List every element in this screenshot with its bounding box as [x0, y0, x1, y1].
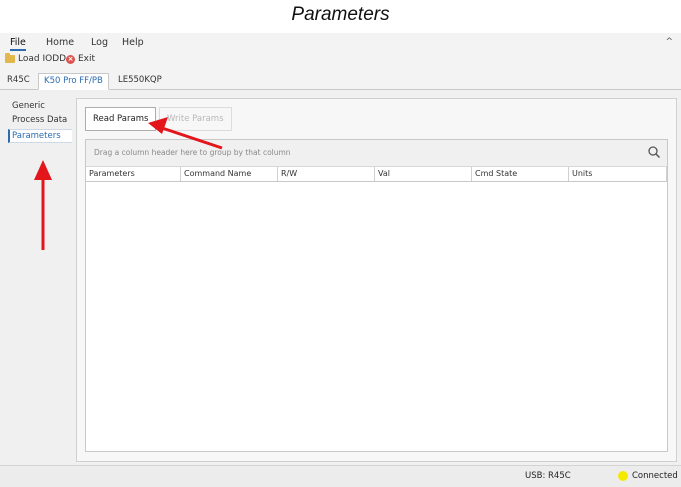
read-params-button[interactable]: Read Params	[85, 107, 157, 131]
exit-button[interactable]: × Exit	[66, 54, 95, 64]
menu-log[interactable]: Log	[91, 37, 108, 48]
load-iodd-label: Load IODD	[18, 54, 67, 64]
load-iodd-button[interactable]: Load IODD	[5, 53, 67, 64]
column-header-units[interactable]: Units	[569, 167, 667, 181]
parameters-panel: Read Params Write Params Drag a column h…	[76, 98, 677, 462]
parameters-grid: Drag a column header here to group by th…	[85, 139, 668, 452]
column-header-val[interactable]: Val	[375, 167, 472, 181]
menu-bar: File Home Log Help ^	[0, 33, 681, 53]
usb-status: USB: R45C	[525, 471, 571, 481]
group-hint-text: Drag a column header here to group by th…	[94, 148, 291, 157]
column-header-command-name[interactable]: Command Name	[181, 167, 278, 181]
main-content: Generic Process Data Parameters Read Par…	[0, 90, 681, 465]
column-header-rw[interactable]: R/W	[278, 167, 375, 181]
tab-le550kqp[interactable]: LE550KQP	[113, 73, 167, 88]
nav-item-process-data[interactable]: Process Data	[8, 114, 72, 126]
folder-icon	[5, 53, 15, 63]
status-bar: USB: R45C Connected	[0, 465, 681, 487]
ribbon: Load IODD × Exit	[0, 53, 681, 69]
exit-label: Exit	[78, 54, 96, 64]
tab-k50-pro[interactable]: K50 Pro FF/PB	[38, 73, 109, 90]
group-panel[interactable]: Drag a column header here to group by th…	[86, 140, 667, 167]
menu-file[interactable]: File	[10, 37, 26, 51]
write-params-button[interactable]: Write Params	[159, 107, 232, 131]
nav-item-generic[interactable]: Generic	[8, 100, 72, 112]
app-window: File Home Log Help ^ Load IODD × Exit R4…	[0, 33, 681, 487]
column-header-cmd-state[interactable]: Cmd State	[472, 167, 569, 181]
tab-r45c[interactable]: R45C	[2, 73, 35, 88]
device-tabs: R45C K50 Pro FF/PB LE550KQP	[0, 73, 681, 90]
column-header-parameters[interactable]: Parameters	[86, 167, 181, 181]
figure-caption: Parameters	[291, 4, 390, 25]
collapse-ribbon-icon[interactable]: ^	[665, 37, 673, 47]
connection-indicator-icon	[618, 471, 628, 481]
search-icon[interactable]	[647, 145, 661, 159]
nav-item-parameters[interactable]: Parameters	[8, 129, 72, 143]
menu-help[interactable]: Help	[122, 37, 144, 48]
menu-home[interactable]: Home	[46, 37, 74, 48]
grid-header-row: Parameters Command Name R/W Val Cmd Stat…	[86, 167, 667, 182]
close-icon: ×	[66, 54, 75, 64]
connection-status: Connected	[632, 471, 678, 481]
